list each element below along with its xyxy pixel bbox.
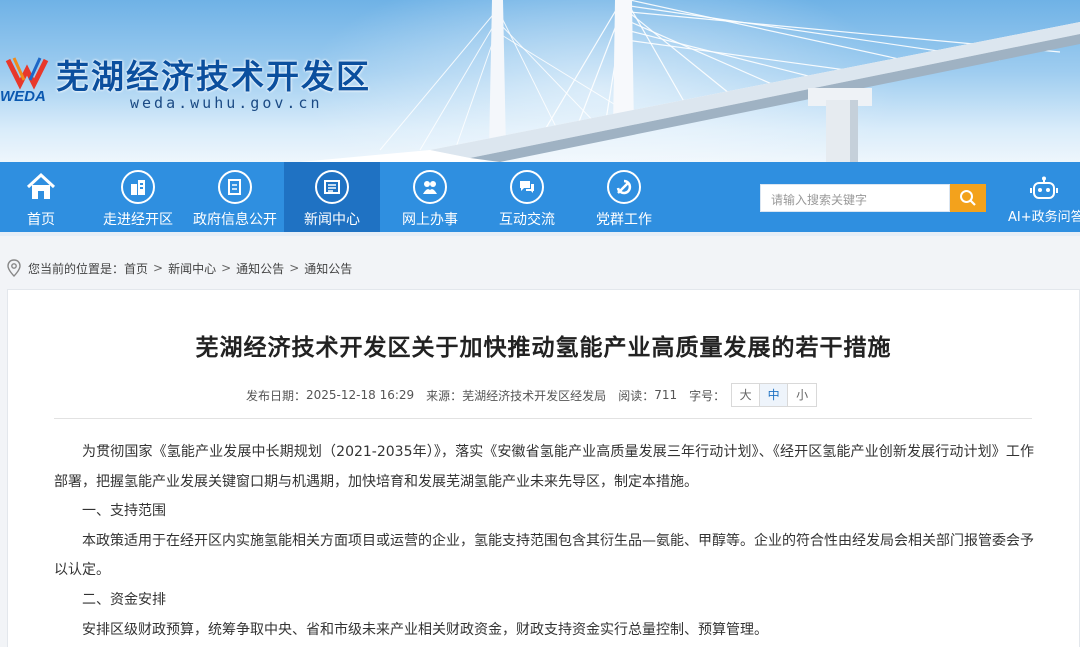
nav-label: 党群工作 xyxy=(596,212,652,228)
chat-icon xyxy=(510,170,544,204)
location-pin-icon xyxy=(7,259,21,277)
font-size-label: 字号： xyxy=(689,388,726,403)
article-meta: 发布日期： 2025-12-18 16:29 来源： 芜湖经济技术开发区经发局 … xyxy=(246,383,818,407)
nav-item-home[interactable]: 首页 xyxy=(0,162,82,232)
nav-label: 互动交流 xyxy=(499,212,555,228)
nav-label: 政府信息公开 xyxy=(193,212,277,228)
breadcrumb-separator: > xyxy=(221,261,232,275)
header-banner: WEDA 芜湖经济技术开发区 weda.wuhu.gov.cn xyxy=(0,0,1080,162)
nav-item-about[interactable]: 走进经开区 xyxy=(92,162,184,232)
view-count: 711 xyxy=(654,388,678,402)
title-divider xyxy=(54,418,1032,419)
article-title: 芜湖经济技术开发区关于加快推动氢能产业高质量发展的若干措施 xyxy=(195,335,892,361)
search-icon xyxy=(960,190,976,206)
buildings-icon xyxy=(121,170,155,204)
home-icon xyxy=(24,170,58,204)
breadcrumb-separator: > xyxy=(153,261,164,275)
nav-label: 首页 xyxy=(27,212,55,228)
nav-item-news[interactable]: 新闻中心 xyxy=(284,162,380,232)
nav-bottom-strip xyxy=(0,232,1080,236)
breadcrumb-news[interactable]: 新闻中心 xyxy=(168,260,216,277)
party-emblem-icon xyxy=(607,170,641,204)
logo-weda-text: WEDA xyxy=(0,88,46,105)
font-size-switcher: 大 中 小 xyxy=(731,383,818,407)
breadcrumb-notices-current[interactable]: 通知公告 xyxy=(304,260,352,277)
article-source: 芜湖经济技术开发区经发局 xyxy=(462,388,607,403)
article-panel: 芜湖经济技术开发区关于加快推动氢能产业高质量发展的若干措施 发布日期： 2025… xyxy=(7,289,1080,647)
font-size-small-button[interactable]: 小 xyxy=(788,384,816,406)
breadcrumb-home[interactable]: 首页 xyxy=(124,260,148,277)
document-icon xyxy=(218,170,252,204)
font-size-medium-button[interactable]: 中 xyxy=(760,384,789,406)
breadcrumb: 您当前的位置是： 首页 > 新闻中心 > 通知公告 > 通知公告 xyxy=(6,259,352,277)
nav-label: 走进经开区 xyxy=(103,212,173,228)
section-heading: 一、支持范围 xyxy=(82,503,166,520)
views-label: 阅读： xyxy=(618,388,655,403)
nav-label: 新闻中心 xyxy=(304,212,360,228)
date-label: 发布日期： xyxy=(246,388,307,403)
article-body: 为贯彻国家《氢能产业发展中长期规划（2021-2035年）》，落实《安徽省氢能产… xyxy=(54,438,1034,645)
robot-icon xyxy=(1030,176,1058,199)
nav-item-party-work[interactable]: 党群工作 xyxy=(576,162,672,232)
source-label: 来源： xyxy=(426,388,463,403)
search-input[interactable]: 请输入搜索关键字 xyxy=(760,184,950,212)
breadcrumb-separator: > xyxy=(289,261,300,275)
site-name[interactable]: 芜湖经济技术开发区 xyxy=(56,50,371,98)
handshake-icon xyxy=(413,170,447,204)
search-button[interactable] xyxy=(950,184,986,212)
breadcrumb-prefix: 您当前的位置是： xyxy=(28,261,125,276)
ai-qa-label: AI+政务问答 xyxy=(1008,210,1080,225)
nav-item-interaction[interactable]: 互动交流 xyxy=(478,162,576,232)
nav-item-online-services[interactable]: 网上办事 xyxy=(382,162,478,232)
article-paragraph: 为贯彻国家《氢能产业发展中长期规划（2021-2035年）》，落实《安徽省氢能产… xyxy=(54,444,1034,490)
breadcrumb-notices[interactable]: 通知公告 xyxy=(236,260,284,277)
nav-item-gov-info[interactable]: 政府信息公开 xyxy=(186,162,284,232)
site-url: weda.wuhu.gov.cn xyxy=(130,94,323,112)
article-paragraph: 安排区级财政预算，统筹争取中央、省和市级未来产业相关财政资金，财政支持资金实行总… xyxy=(82,621,768,638)
article-paragraph: 本政策适用于在经开区内实施氢能相关方面项目或运营的企业，氢能支持范围包含其衍生品… xyxy=(54,532,1034,579)
section-heading: 二、资金安排 xyxy=(82,591,166,608)
ai-qa-button[interactable]: AI+政务问答 xyxy=(1004,174,1080,226)
newspaper-icon xyxy=(315,170,349,204)
font-size-large-button[interactable]: 大 xyxy=(732,384,761,406)
publish-date: 2025-12-18 16:29 xyxy=(306,388,415,402)
nav-label: 网上办事 xyxy=(402,212,458,228)
